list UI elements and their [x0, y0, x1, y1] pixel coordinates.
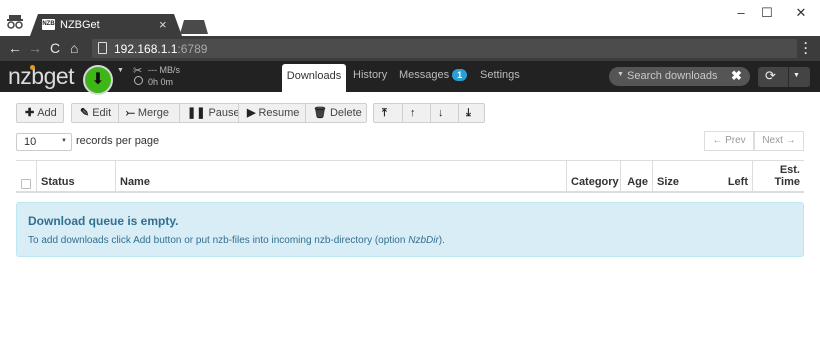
- logo-dot-icon: [30, 65, 35, 70]
- divider: [402, 104, 403, 122]
- home-icon[interactable]: ⌂: [70, 40, 78, 56]
- divider: [238, 104, 239, 122]
- records-per-page-value: 10: [24, 136, 37, 148]
- pause-icon: ❚❚: [187, 107, 206, 119]
- move-up-icon: ↑: [410, 107, 416, 119]
- next-page-button[interactable]: Next →: [754, 131, 804, 151]
- nzbget-favicon-icon: NZB: [42, 19, 55, 30]
- search-input[interactable]: ▼ Search downloads ✖: [609, 67, 750, 86]
- column-category[interactable]: Category: [566, 161, 620, 192]
- messages-count-badge: 1: [452, 69, 468, 81]
- records-per-page-label: records per page: [76, 135, 160, 147]
- pause-button[interactable]: ❚❚ Pause: [187, 104, 240, 122]
- app-navbar: nzbget ⬇ ▼ ✂ --- MB/s 0h 0m Downloads Hi…: [0, 61, 820, 95]
- column-name[interactable]: Name: [115, 161, 565, 192]
- download-speed: --- MB/s: [148, 65, 180, 75]
- new-tab-button[interactable]: [180, 20, 208, 34]
- merge-icon: ⤚: [126, 107, 135, 119]
- close-window-icon[interactable]: ✕: [786, 4, 816, 24]
- divider: [118, 104, 119, 122]
- plus-icon: ✚: [25, 107, 35, 119]
- resume-button[interactable]: ▶ Resume: [247, 104, 299, 122]
- download-toggle-button[interactable]: ⬇: [83, 65, 113, 95]
- url-text: 192.168.1.1:6789: [114, 42, 207, 56]
- alert-text: To add downloads click Add button or put…: [28, 235, 445, 246]
- tab-close-icon[interactable]: ×: [159, 17, 167, 32]
- maximize-icon[interactable]: ☐: [752, 4, 782, 24]
- downloads-table-header: Status Name Category Age Size Left Est. …: [16, 160, 804, 193]
- search-options-caret-icon[interactable]: ▼: [617, 71, 624, 78]
- alert-text-after: ).: [438, 235, 445, 246]
- divider: [430, 104, 431, 122]
- move-down-icon: ↓: [438, 107, 444, 119]
- tab-title: NZBGet: [60, 19, 100, 31]
- tab-messages[interactable]: Messages 1: [399, 61, 468, 92]
- browser-titlebar: NZB NZBGet × – ☐ ✕: [0, 0, 820, 36]
- merge-button[interactable]: ⤚ Merge: [126, 104, 169, 122]
- column-status[interactable]: Status: [36, 161, 119, 192]
- refresh-button-group[interactable]: ⟳ ▼: [758, 67, 810, 87]
- play-menu-caret-icon[interactable]: ▼: [117, 67, 124, 74]
- divider: [458, 104, 459, 122]
- records-per-page-select[interactable]: 10 ▼: [16, 133, 72, 151]
- divider: [179, 104, 180, 122]
- refresh-icon[interactable]: ⟳: [765, 68, 776, 84]
- refresh-divider: [788, 67, 789, 87]
- edit-button[interactable]: ✎ Edit: [80, 104, 111, 122]
- resume-label: Resume: [258, 107, 300, 119]
- move-top-icon: ⤒: [382, 107, 387, 119]
- tab-downloads[interactable]: Downloads: [282, 64, 346, 92]
- move-down-button[interactable]: ↓: [438, 104, 447, 122]
- edit-label: Edit: [92, 107, 112, 119]
- edit-button-group: ✎ Edit ⤚ Merge ❚❚ Pause ▶ Resume 🗑 Delete: [71, 103, 367, 123]
- forward-icon[interactable]: →: [28, 40, 42, 56]
- delete-label: Delete: [329, 107, 362, 119]
- delete-button[interactable]: 🗑 Delete: [313, 104, 362, 122]
- play-icon: ▶: [247, 107, 256, 119]
- pause-label: Pause: [208, 107, 240, 119]
- nzbget-logo: nzbget: [8, 63, 75, 89]
- remaining-time: 0h 0m: [148, 77, 174, 87]
- browser-menu-icon[interactable]: · · ·: [804, 37, 808, 59]
- address-bar[interactable]: 192.168.1.1:6789: [92, 39, 797, 58]
- move-up-button[interactable]: ↑: [410, 104, 419, 122]
- url-host: 192.168.1.1: [114, 42, 178, 56]
- add-label: Add: [37, 107, 57, 119]
- browser-tab[interactable]: NZB NZBGet ×: [30, 14, 182, 36]
- search-placeholder: Search downloads: [627, 70, 718, 82]
- trash-icon: 🗑: [313, 107, 327, 119]
- alert-text-before: To add downloads click Add button or put…: [28, 235, 409, 246]
- tab-messages-label: Messages: [399, 69, 450, 81]
- page-info-icon[interactable]: [98, 42, 107, 54]
- column-size[interactable]: Size: [652, 161, 692, 192]
- column-left[interactable]: Left: [692, 161, 752, 192]
- incognito-icon: [7, 15, 23, 29]
- add-button[interactable]: ✚ Add: [16, 103, 64, 123]
- tab-history[interactable]: History: [353, 61, 387, 92]
- back-icon[interactable]: ←: [8, 40, 22, 56]
- reload-icon[interactable]: C: [50, 40, 60, 56]
- merge-label: Merge: [137, 107, 169, 119]
- search-clear-icon[interactable]: ✖: [731, 68, 742, 84]
- tab-settings[interactable]: Settings: [480, 61, 520, 92]
- alert-title: Download queue is empty.: [28, 214, 179, 228]
- refresh-interval-caret-icon[interactable]: ▼: [793, 72, 800, 79]
- select-all-checkbox[interactable]: [21, 179, 31, 189]
- column-age[interactable]: Age: [620, 161, 652, 192]
- move-bottom-icon: ⤓: [466, 107, 471, 119]
- alert-option-name: NzbDir: [408, 235, 439, 246]
- move-top-button[interactable]: ⤒: [382, 104, 390, 122]
- divider: [305, 104, 306, 122]
- url-port: :6789: [177, 42, 208, 56]
- move-bottom-button[interactable]: ⤓: [466, 104, 474, 122]
- empty-queue-alert: Download queue is empty. To add download…: [16, 202, 804, 257]
- clock-icon: [134, 76, 143, 85]
- prev-page-button[interactable]: ← Prev: [704, 131, 754, 151]
- column-est-time[interactable]: Est. Time: [752, 161, 804, 192]
- edit-icon: ✎: [80, 107, 90, 119]
- browser-toolbar: ← → C ⌂ 192.168.1.1:6789 · · ·: [0, 36, 820, 61]
- move-button-group: ⤒ ↑ ↓ ⤓: [373, 103, 485, 123]
- chevron-down-icon: ▼: [61, 138, 67, 144]
